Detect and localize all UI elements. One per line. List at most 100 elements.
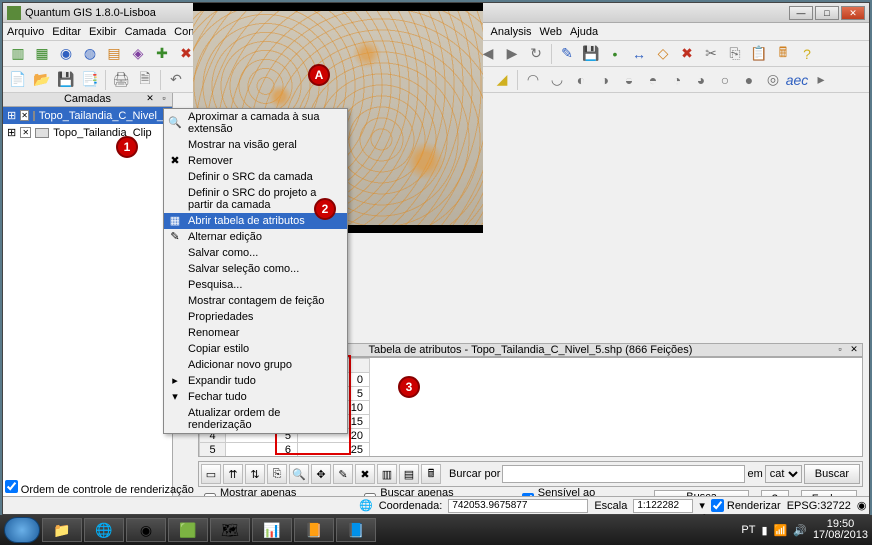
close-button[interactable]: ✕ xyxy=(841,6,865,20)
add-vector-icon[interactable]: ▥ xyxy=(7,43,29,65)
attr-unselect-icon[interactable]: ▭ xyxy=(201,464,221,484)
epsg-label[interactable]: EPSG:32722 xyxy=(787,500,851,512)
context-menu-item[interactable]: ▸Expandir tudo xyxy=(164,373,347,389)
start-button[interactable] xyxy=(4,517,40,543)
move-feature-icon[interactable]: ↔ xyxy=(628,43,650,65)
panel-close-icon[interactable]: ✕ xyxy=(144,93,156,105)
layer-checkbox[interactable]: ✕ xyxy=(20,110,29,121)
menu-exibir[interactable]: Exibir xyxy=(89,26,117,38)
row-header[interactable]: 5 xyxy=(200,443,226,457)
digitize9-icon[interactable]: ○ xyxy=(714,69,736,91)
tray-network-icon[interactable]: 📶 xyxy=(774,524,788,537)
undo-icon[interactable]: ↶ xyxy=(165,69,187,91)
node-tool-icon[interactable]: ◇ xyxy=(652,43,674,65)
digitize11-icon[interactable]: ◎ xyxy=(762,69,784,91)
panel-float-icon[interactable]: ▫ xyxy=(158,93,170,105)
digitize5-icon[interactable]: ◒ xyxy=(618,69,640,91)
composer-icon[interactable]: 🗎 xyxy=(134,69,156,91)
layer-item[interactable]: ⊞ ✕ Topo_Tailandia_C_Nivel_5.shp xyxy=(3,107,172,124)
context-menu-item[interactable]: ✎Alternar edição xyxy=(164,229,347,245)
scale-dropdown-icon[interactable]: ▾ xyxy=(699,499,705,512)
file-save-icon[interactable]: 💾 xyxy=(55,69,77,91)
new-layer-icon[interactable]: ✚ xyxy=(151,43,173,65)
context-menu-item[interactable]: Adicionar novo grupo xyxy=(164,357,347,373)
file-new-icon[interactable]: 📄 xyxy=(7,69,29,91)
attr-toggle-edit-icon[interactable]: ✎ xyxy=(333,464,353,484)
tray-clock[interactable]: 19:5017/08/2013 xyxy=(813,519,868,541)
globe-icon[interactable]: 🌐 xyxy=(359,499,373,512)
digitize1-icon[interactable]: ◠ xyxy=(522,69,544,91)
menu-camada[interactable]: Camada xyxy=(125,26,167,38)
context-menu-item[interactable]: Propriedades xyxy=(164,309,347,325)
menu-arquivo[interactable]: Arquivo xyxy=(7,26,44,38)
search-field-select[interactable]: cat xyxy=(765,465,802,483)
zoom-next-icon[interactable]: ▶ xyxy=(501,43,523,65)
context-menu-item[interactable]: Definir o SRC da camada xyxy=(164,169,347,185)
digitize3-icon[interactable]: ◐ xyxy=(570,69,592,91)
attr-delete-icon[interactable]: ✖ xyxy=(355,464,375,484)
scale-input[interactable] xyxy=(633,499,693,513)
add-db-icon[interactable]: ◉ xyxy=(55,43,77,65)
arc-icon[interactable]: aec xyxy=(786,69,808,91)
task-ppt[interactable]: 📙 xyxy=(294,518,334,542)
attr-newcol-icon[interactable]: ▥ xyxy=(377,464,397,484)
cell-cat[interactable]: 6 xyxy=(226,443,298,457)
context-menu-item[interactable]: Pesquisa... xyxy=(164,277,347,293)
tray-lang[interactable]: PT xyxy=(741,524,755,536)
menu-web[interactable]: Web xyxy=(540,26,562,38)
file-saveas-icon[interactable]: 📑 xyxy=(79,69,101,91)
add-wms-icon[interactable]: ◍ xyxy=(79,43,101,65)
task-ie[interactable]: 🌐 xyxy=(84,518,124,542)
context-menu-item[interactable]: Salvar seleção como... xyxy=(164,261,347,277)
digitize2-icon[interactable]: ◡ xyxy=(546,69,568,91)
task-explorer[interactable]: 📁 xyxy=(42,518,82,542)
digitize8-icon[interactable]: ◕ xyxy=(690,69,712,91)
render-order-checkbox[interactable]: Ordem de controle de renderização xyxy=(5,480,194,496)
layer-checkbox[interactable]: ✕ xyxy=(20,127,31,138)
search-input[interactable] xyxy=(502,465,745,483)
attr-invert-icon[interactable]: ⇅ xyxy=(245,464,265,484)
attr-calc-icon[interactable]: 🖩 xyxy=(421,464,441,484)
task-word[interactable]: 📘 xyxy=(336,518,376,542)
tray-flag-icon[interactable]: ▮ xyxy=(761,524,767,537)
context-menu-item[interactable]: Renomear xyxy=(164,325,347,341)
context-menu-item[interactable]: 🔍Aproximar a camada à sua extensão xyxy=(164,109,347,137)
add-spatialite-icon[interactable]: ◈ xyxy=(127,43,149,65)
system-tray[interactable]: PT ▮ 📶 🔊 19:5017/08/2013 xyxy=(741,519,868,541)
label2-icon[interactable]: ◢ xyxy=(491,69,513,91)
table-row[interactable]: 5625 xyxy=(200,443,370,457)
expand-icon[interactable]: ⊞ xyxy=(7,126,16,139)
save-edits-icon[interactable]: 💾 xyxy=(580,43,602,65)
maximize-button[interactable]: □ xyxy=(815,6,839,20)
context-menu-item[interactable]: Copiar estilo xyxy=(164,341,347,357)
cell-level[interactable]: 25 xyxy=(298,443,370,457)
attr-delcol-icon[interactable]: ▤ xyxy=(399,464,419,484)
crs-icon[interactable]: ◉ xyxy=(857,499,867,512)
expand-icon[interactable]: ⊞ xyxy=(7,109,16,122)
attr-float-icon[interactable]: ▫ xyxy=(834,344,846,356)
digitize4-icon[interactable]: ◑ xyxy=(594,69,616,91)
help-icon[interactable]: ? xyxy=(796,43,818,65)
menu-ajuda[interactable]: Ajuda xyxy=(570,26,598,38)
layer-item[interactable]: ⊞ ✕ Topo_Tailandia_Clip xyxy=(3,124,172,141)
attr-move-top-icon[interactable]: ⇈ xyxy=(223,464,243,484)
task-qgis[interactable]: 🗺 xyxy=(210,518,250,542)
task-chrome[interactable]: ◉ xyxy=(126,518,166,542)
context-menu-item[interactable]: ▾Fechar tudo xyxy=(164,389,347,405)
file-open-icon[interactable]: 📂 xyxy=(31,69,53,91)
task-app3[interactable]: 📊 xyxy=(252,518,292,542)
context-menu-item[interactable]: ✖Remover xyxy=(164,153,347,169)
attr-zoom-icon[interactable]: 🔍 xyxy=(289,464,309,484)
delete-icon[interactable]: ✖ xyxy=(676,43,698,65)
copy-icon[interactable]: ⎘ xyxy=(724,43,746,65)
context-menu-item[interactable]: Mostrar contagem de feição xyxy=(164,293,347,309)
digitize6-icon[interactable]: ◓ xyxy=(642,69,664,91)
attr-pan-icon[interactable]: ✥ xyxy=(311,464,331,484)
add-raster-icon[interactable]: ▦ xyxy=(31,43,53,65)
digitize7-icon[interactable]: ◔ xyxy=(666,69,688,91)
calc-icon[interactable]: 🖩 xyxy=(772,43,794,65)
context-menu-item[interactable]: Atualizar ordem de renderização xyxy=(164,405,347,433)
print-icon[interactable]: 🖨 xyxy=(110,69,132,91)
render-checkbox[interactable]: Renderizar xyxy=(711,499,781,512)
refresh-icon[interactable]: ↻ xyxy=(525,43,547,65)
